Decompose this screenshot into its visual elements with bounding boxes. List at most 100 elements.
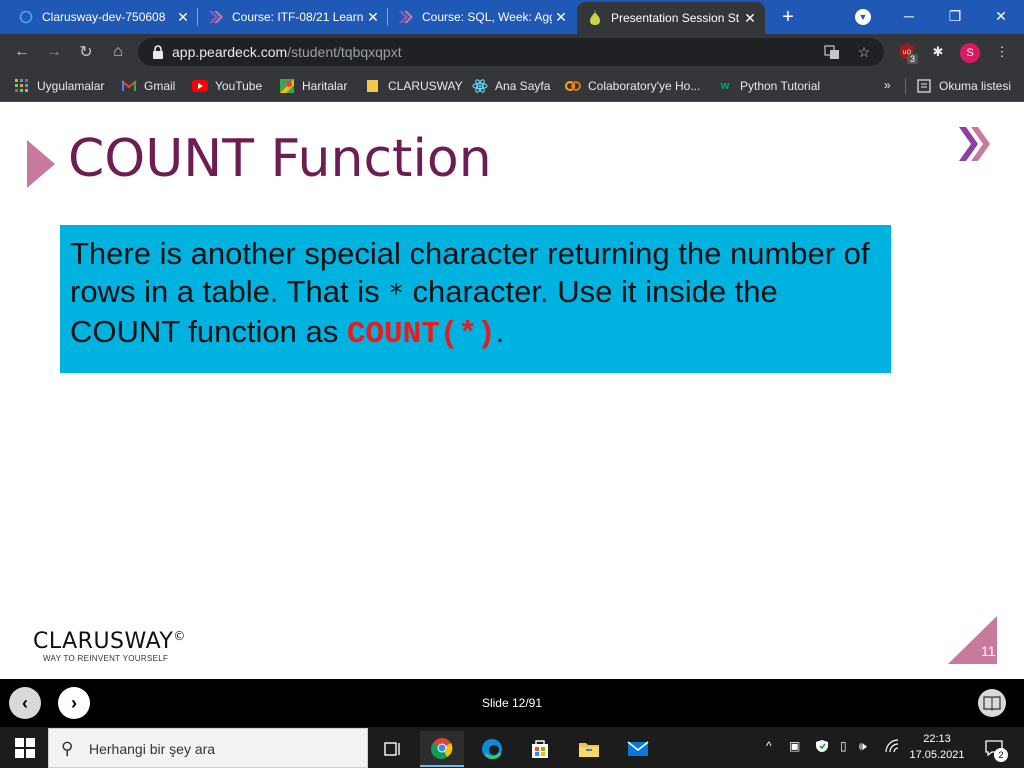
tab-presentation-session[interactable]: Presentation Session St ✕ xyxy=(577,2,765,34)
bookmark-ana-sayfa[interactable]: Ana Sayfa xyxy=(472,76,550,96)
chrome-taskbar-icon[interactable] xyxy=(420,731,464,767)
puzzle-extensions-icon[interactable]: ✱ xyxy=(928,42,948,62)
mail-taskbar-icon[interactable] xyxy=(616,731,660,767)
reload-icon[interactable]: ↻ xyxy=(74,40,98,64)
asterisk-char: * xyxy=(388,279,404,309)
bookmark-label: CLARUSWAY xyxy=(388,79,463,93)
count-star-code: COUNT(*) xyxy=(346,317,496,352)
info-text-part3: . xyxy=(495,314,505,349)
browser-toolbar: ← → ↻ ⌂ app.peardeck.com/student/tqbqxqp… xyxy=(0,34,1024,70)
tab-search-icon[interactable]: ▼ xyxy=(855,9,871,25)
address-bar[interactable]: app.peardeck.com/student/tqbqxqpxt ☆ xyxy=(138,38,884,66)
windows-taskbar: ⚲ Herhangi bir şey ara ^ ▣ ▯ 🕪 22:13 17.… xyxy=(0,727,1024,768)
close-tab-icon[interactable]: ✕ xyxy=(364,8,382,26)
slide-page-number: 11 xyxy=(981,643,996,659)
info-box: There is another special character retur… xyxy=(60,225,891,373)
peardeck-navigation-bar: ‹ › Slide 12/91 xyxy=(0,679,1024,727)
copyright-mark: © xyxy=(173,629,186,643)
forward-arrow-icon[interactable]: → xyxy=(42,40,66,64)
bookmark-label: YouTube xyxy=(215,79,263,93)
clarusway-chevron-icon xyxy=(208,9,224,25)
bookmark-youtube[interactable]: YouTube xyxy=(192,76,262,96)
slide-title: COUNT Function xyxy=(68,129,492,189)
colab-icon xyxy=(565,78,581,94)
bookmark-colaboratory[interactable]: Colaboratory'ye Ho... xyxy=(565,76,700,96)
task-view-icon[interactable] xyxy=(371,731,415,767)
bookmark-label: Colaboratory'ye Ho... xyxy=(588,79,701,93)
clarusway-chevron-logo-icon xyxy=(957,125,995,163)
close-tab-icon[interactable]: ✕ xyxy=(174,8,192,26)
store-taskbar-icon[interactable] xyxy=(518,731,562,767)
bookmark-gmail[interactable]: Gmail xyxy=(121,76,175,96)
restore-icon[interactable]: ❐ xyxy=(932,0,978,32)
bookmarks-divider xyxy=(905,78,906,94)
extension-badge: 3 xyxy=(907,54,919,64)
bookmarks-bar: Uygulamalar Gmail YouTube Haritalar CLAR… xyxy=(0,70,1024,102)
brand-tagline: WAY TO REINVENT YOURSELF xyxy=(43,654,169,663)
notification-center-icon[interactable]: 2 xyxy=(982,736,1008,762)
reading-list-button[interactable]: Okuma listesi xyxy=(916,76,1011,96)
edge-taskbar-icon[interactable] xyxy=(470,731,514,767)
close-window-icon[interactable]: ✕ xyxy=(978,0,1024,32)
tray-wifi-icon[interactable] xyxy=(884,739,900,756)
minimize-icon[interactable]: ─ xyxy=(886,0,932,32)
tab-title: Clarusway-dev-750608 xyxy=(42,10,166,24)
reading-list-icon xyxy=(916,78,932,94)
bookmark-label: Ana Sayfa xyxy=(495,79,551,93)
bookmark-label: Gmail xyxy=(144,79,176,93)
maps-icon xyxy=(279,78,295,94)
windows-start-icon[interactable] xyxy=(8,737,42,759)
search-placeholder: Herhangi bir şey ara xyxy=(89,741,216,757)
bookmark-python-tutorial[interactable]: w Python Tutorial xyxy=(717,76,820,96)
folder-icon xyxy=(365,78,381,94)
pear-icon xyxy=(587,10,603,26)
translate-icon[interactable] xyxy=(822,42,842,62)
reading-list-label: Okuma listesi xyxy=(939,79,1012,93)
tab-title: Course: SQL, Week: Agg xyxy=(422,10,552,24)
clarusway-chevron-icon xyxy=(398,9,414,25)
title-bullet-triangle xyxy=(27,140,55,188)
gmail-icon xyxy=(121,78,137,94)
tray-security-shield-icon[interactable] xyxy=(815,739,829,756)
circle-icon xyxy=(18,9,34,25)
bookmark-maps[interactable]: Haritalar xyxy=(279,76,347,96)
back-arrow-icon[interactable]: ← xyxy=(10,40,34,64)
immersive-reader-icon[interactable] xyxy=(978,689,1006,717)
url-path: /student/tqbqxqpxt xyxy=(287,44,402,60)
bookmark-label: Python Tutorial xyxy=(740,79,821,93)
clock-date: 17.05.2021 xyxy=(909,749,965,761)
home-icon[interactable]: ⌂ xyxy=(106,40,130,64)
new-tab-button[interactable]: + xyxy=(776,5,800,29)
bookmark-apps[interactable]: Uygulamalar xyxy=(14,76,104,96)
tray-battery-icon[interactable]: ▯ xyxy=(840,739,847,753)
url-domain: app.peardeck.com xyxy=(172,44,288,60)
search-icon: ⚲ xyxy=(61,739,74,758)
kebab-menu-icon[interactable]: ⋮ xyxy=(992,42,1012,62)
close-tab-icon[interactable]: ✕ xyxy=(741,9,759,27)
apps-grid-icon xyxy=(14,78,30,94)
tray-volume-icon[interactable]: 🕪 xyxy=(859,739,867,754)
clock-time: 22:13 xyxy=(923,733,951,745)
bookmarks-overflow-button[interactable]: » xyxy=(884,78,891,92)
youtube-icon xyxy=(192,78,208,94)
url-text[interactable]: app.peardeck.com/student/tqbqxqpxt xyxy=(172,44,402,60)
brand-name: CLARUSWAY xyxy=(33,629,174,654)
tray-camera-icon[interactable]: ▣ xyxy=(789,739,800,753)
file-explorer-taskbar-icon[interactable] xyxy=(567,731,611,767)
react-icon xyxy=(472,78,488,94)
taskbar-clock[interactable]: 22:13 17.05.2021 xyxy=(904,731,970,763)
tab-title: Course: ITF-08/21 Learn xyxy=(232,10,364,24)
taskbar-search-input[interactable]: ⚲ Herhangi bir şey ara xyxy=(48,728,368,768)
bookmark-star-icon[interactable]: ☆ xyxy=(854,42,874,62)
tab-clarusway-dev[interactable]: Clarusway-dev-750608 ✕ xyxy=(8,0,198,34)
tab-course-itf[interactable]: Course: ITF-08/21 Learn ✕ xyxy=(198,0,388,34)
tab-course-sql[interactable]: Course: SQL, Week: Agg ✕ xyxy=(388,0,576,34)
tray-overflow-chevron-icon[interactable]: ^ xyxy=(766,739,772,753)
profile-avatar[interactable]: S xyxy=(960,43,980,63)
notification-count: 2 xyxy=(994,748,1008,762)
close-tab-icon[interactable]: ✕ xyxy=(552,8,570,26)
slide-counter: Slide 12/91 xyxy=(481,696,543,710)
lock-icon xyxy=(152,45,164,59)
bookmark-clarusway-folder[interactable]: CLARUSWAY xyxy=(365,76,463,96)
tab-strip: Clarusway-dev-750608 ✕ Course: ITF-08/21… xyxy=(0,0,1024,34)
